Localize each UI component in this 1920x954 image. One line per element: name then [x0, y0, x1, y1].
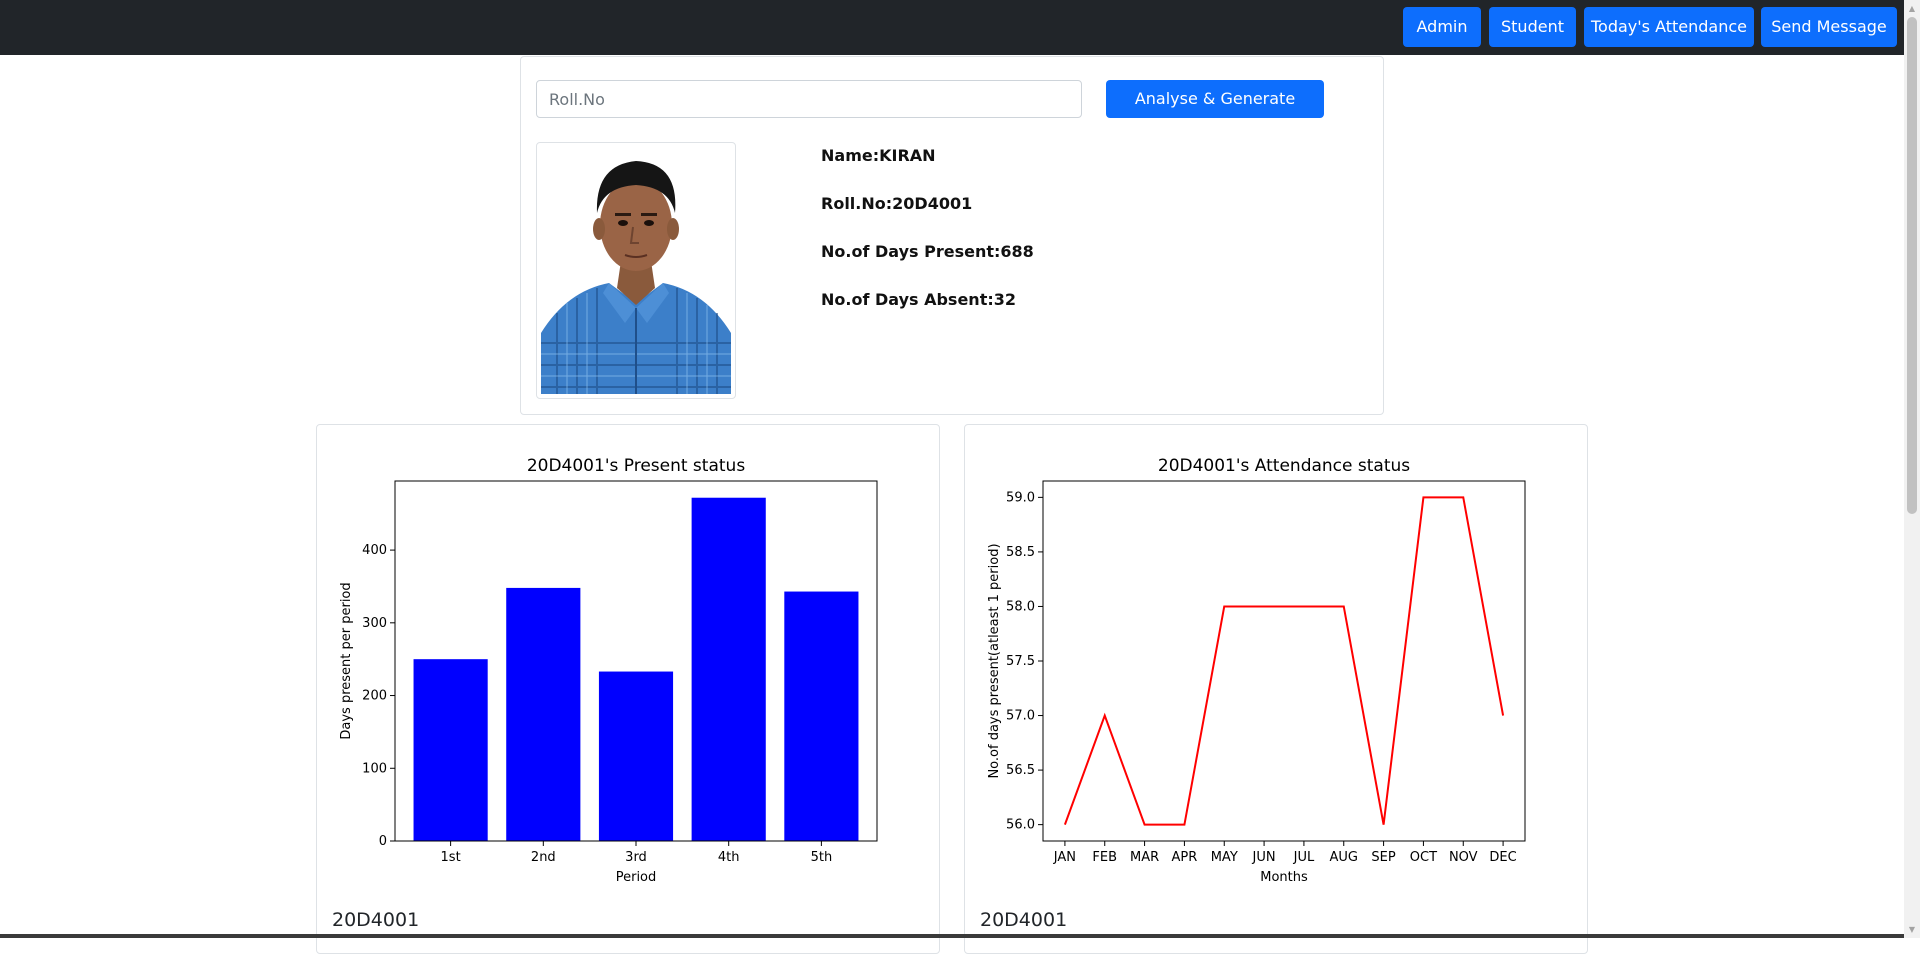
send-message-button[interactable]: Send Message [1761, 7, 1897, 47]
x-tick-label: SEP [1371, 850, 1395, 865]
attendance-status-line-chart: 56.0 56.5 57.0 57.5 58.0 58.5 59.0 JAN FEB MAR APR… [987, 456, 1526, 885]
bar-1st [413, 659, 488, 841]
x-axis-label: Months [1260, 870, 1308, 885]
y-tick-label: 57.5 [1006, 654, 1035, 669]
x-tick-label: 3rd [625, 850, 647, 865]
chart-title: 20D4001's Present status [527, 456, 745, 476]
y-tick-label: 58.5 [1006, 545, 1035, 560]
x-tick-label: NOV [1449, 850, 1478, 865]
y-tick-label: 56.0 [1006, 818, 1035, 833]
plot-frame [1042, 480, 1526, 842]
chart-title: 20D4001's Attendance status [1158, 456, 1410, 476]
top-navbar: Admin Student Today's Attendance Send Me… [0, 0, 1904, 55]
x-tick-label: JUN [1252, 850, 1276, 865]
x-tick-label: 5th [811, 850, 833, 865]
attendance-series-line [1063, 496, 1505, 826]
y-tick-label: 400 [362, 543, 387, 558]
x-axis-label: Period [616, 870, 657, 885]
x-tick-label: JUL [1293, 850, 1315, 865]
student-name: Name:KIRAN [821, 146, 936, 165]
y-tick-label: 56.5 [1006, 763, 1035, 778]
x-tick-label: JAN [1053, 850, 1076, 865]
x-tick-label: 1st [441, 850, 461, 865]
present-status-bar-chart: 0 100 200 300 400 1st 2nd 3rd 4th 5th 20D4001's Pr… [339, 456, 878, 885]
scrollbar-thumb[interactable] [1907, 17, 1917, 514]
y-tick-label: 59.0 [1006, 490, 1035, 505]
roll-no-input[interactable] [536, 80, 1082, 118]
x-tick-label: OCT [1410, 850, 1437, 865]
y-axis-label: No.of days present(atleast 1 period) [987, 543, 1002, 778]
student-photo [536, 142, 736, 399]
y-tick-label: 58.0 [1006, 599, 1035, 614]
days-absent: No.of Days Absent:32 [821, 290, 1017, 309]
y-tick-label: 57.0 [1006, 709, 1035, 724]
y-tick-label: 300 [362, 616, 387, 631]
student-button[interactable]: Student [1489, 7, 1576, 47]
y-axis-label: Days present per period [339, 582, 354, 739]
x-tick-label: FEB [1092, 850, 1117, 865]
present-card-roll-no: 20D4001 [332, 909, 420, 931]
analyse-generate-report-button[interactable]: Analyse & Generate Report [1106, 80, 1324, 146]
window-bottom-edge [0, 934, 1904, 938]
bar-5th [784, 591, 859, 841]
x-tick-label: MAY [1211, 850, 1238, 865]
x-tick-label: 4th [718, 850, 740, 865]
admin-button[interactable]: Admin [1403, 7, 1481, 47]
bar-3rd [598, 671, 674, 841]
y-tick-label: 0 [379, 834, 387, 849]
x-tick-label: APR [1172, 850, 1198, 865]
page-scrollbar[interactable]: ▲ ▼ [1904, 0, 1920, 938]
scroll-down-arrow-icon[interactable]: ▼ [1904, 921, 1920, 938]
student-roll-no: Roll.No:20D4001 [821, 194, 973, 213]
bar-2nd [506, 587, 581, 841]
scroll-up-arrow-icon[interactable]: ▲ [1904, 0, 1920, 17]
x-tick-label: 2nd [531, 850, 556, 865]
x-tick-label: DEC [1489, 850, 1516, 865]
x-tick-label: MAR [1130, 850, 1159, 865]
student-portrait-image [541, 147, 731, 398]
bar-4th [691, 497, 766, 841]
attendance-card-roll-no: 20D4001 [980, 909, 1068, 931]
days-present: No.of Days Present:688 [821, 242, 1034, 261]
x-tick-label: AUG [1330, 850, 1358, 865]
y-tick-label: 100 [362, 761, 387, 776]
y-tick-label: 200 [362, 689, 387, 704]
todays-attendance-button[interactable]: Today's Attendance [1584, 7, 1754, 47]
